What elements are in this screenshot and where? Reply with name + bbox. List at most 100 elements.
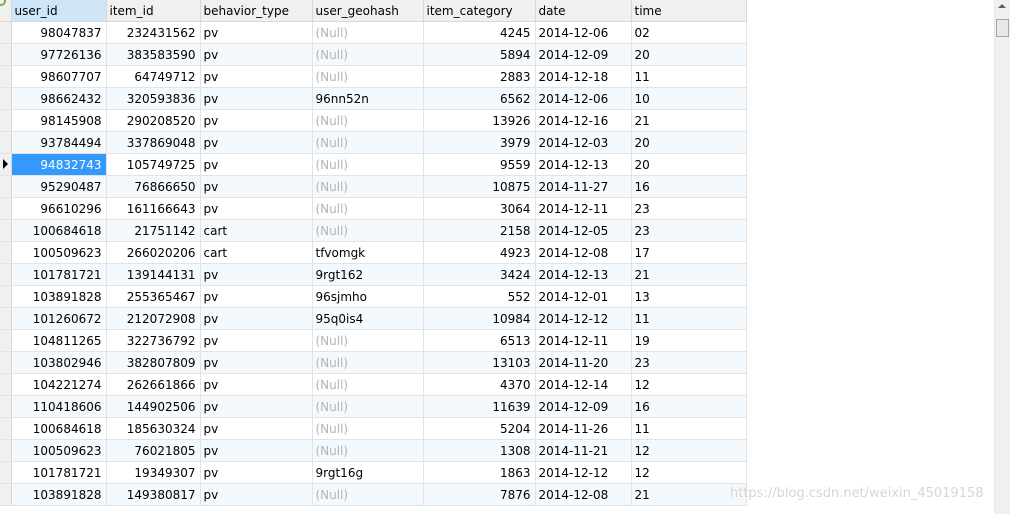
cell-date[interactable]: 2014-12-06 (535, 21, 632, 44)
table-row[interactable]: 96610296 161166643 pv (Null) 3064 2014-12-11 2… (0, 197, 747, 220)
cell-item-id[interactable]: 19349307 (106, 461, 201, 484)
cell-time[interactable]: 13 (631, 285, 747, 308)
cell-behavior-type[interactable]: pv (200, 329, 313, 352)
table-row[interactable]: 100509623 266020206 cart tfvomgk 4923 2014-12… (0, 241, 747, 264)
column-header-time[interactable]: time (631, 0, 747, 22)
cell-user-id[interactable]: 110418606 (11, 395, 107, 418)
cell-user-geohash[interactable]: (Null) (312, 439, 424, 462)
row-indicator[interactable] (0, 263, 12, 286)
table-row[interactable]: 98047837 232431562 pv (Null) 4245 2014-12-06 0… (0, 21, 747, 44)
cell-item-category[interactable]: 1863 (423, 461, 536, 484)
row-indicator[interactable] (0, 483, 12, 506)
cell-user-id[interactable]: 98607707 (11, 65, 107, 88)
cell-date[interactable]: 2014-11-21 (535, 439, 632, 462)
cell-date[interactable]: 2014-12-05 (535, 219, 632, 242)
column-header-date[interactable]: date (535, 0, 632, 22)
cell-user-id[interactable]: 101781721 (11, 461, 107, 484)
cell-date[interactable]: 2014-12-12 (535, 307, 632, 330)
cell-time[interactable]: 12 (631, 439, 747, 462)
cell-item-category[interactable]: 5894 (423, 43, 536, 66)
cell-item-id[interactable]: 212072908 (106, 307, 201, 330)
cell-behavior-type[interactable]: pv (200, 285, 313, 308)
cell-user-id[interactable]: 104221274 (11, 373, 107, 396)
cell-time[interactable]: 21 (631, 263, 747, 286)
cell-item-id[interactable]: 262661866 (106, 373, 201, 396)
cell-item-category[interactable]: 4923 (423, 241, 536, 264)
cell-item-id[interactable]: 76021805 (106, 439, 201, 462)
cell-user-id[interactable]: 101781721 (11, 263, 107, 286)
cell-date[interactable]: 2014-12-14 (535, 373, 632, 396)
cell-time[interactable]: 11 (631, 307, 747, 330)
cell-item-id[interactable]: 76866650 (106, 175, 201, 198)
row-indicator[interactable] (0, 439, 12, 462)
cell-item-id[interactable]: 21751142 (106, 219, 201, 242)
row-indicator[interactable] (0, 175, 12, 198)
row-indicator[interactable] (0, 395, 12, 418)
scroll-up-arrow-icon[interactable] (998, 4, 1006, 8)
cell-item-id[interactable]: 149380817 (106, 483, 201, 506)
cell-user-id[interactable]: 103891828 (11, 285, 107, 308)
row-indicator[interactable] (0, 197, 12, 220)
cell-user-id[interactable]: 97726136 (11, 43, 107, 66)
cell-item-category[interactable]: 11639 (423, 395, 536, 418)
cell-date[interactable]: 2014-12-11 (535, 329, 632, 352)
cell-time[interactable]: 19 (631, 329, 747, 352)
row-indicator[interactable] (0, 43, 12, 66)
cell-item-id[interactable]: 232431562 (106, 21, 201, 44)
cell-user-geohash[interactable]: (Null) (312, 131, 424, 154)
cell-user-id[interactable]: 94832743 (11, 153, 107, 176)
cell-behavior-type[interactable]: pv (200, 109, 313, 132)
cell-behavior-type[interactable]: pv (200, 307, 313, 330)
table-row[interactable]: 101260672 212072908 pv 95q0is4 10984 2014-12-… (0, 307, 747, 330)
cell-time[interactable]: 16 (631, 175, 747, 198)
cell-date[interactable]: 2014-12-18 (535, 65, 632, 88)
table-row[interactable]: 94832743 105749725 pv (Null) 9559 2014-12-13 2… (0, 153, 747, 176)
cell-item-id[interactable]: 144902506 (106, 395, 201, 418)
cell-time[interactable]: 20 (631, 43, 747, 66)
cell-item-id[interactable]: 105749725 (106, 153, 201, 176)
cell-user-id[interactable]: 100684618 (11, 219, 107, 242)
cell-time[interactable]: 16 (631, 395, 747, 418)
column-header-item-id[interactable]: item_id (106, 0, 201, 22)
cell-date[interactable]: 2014-12-11 (535, 197, 632, 220)
cell-date[interactable]: 2014-11-20 (535, 351, 632, 374)
table-row[interactable]: 110418606 144902506 pv (Null) 11639 2014-12-0… (0, 395, 747, 418)
cell-item-id[interactable]: 64749712 (106, 65, 201, 88)
cell-user-id[interactable]: 101260672 (11, 307, 107, 330)
cell-item-category[interactable]: 2883 (423, 65, 536, 88)
cell-item-id[interactable]: 320593836 (106, 87, 201, 110)
cell-user-geohash[interactable]: (Null) (312, 219, 424, 242)
table-row[interactable]: 103891828 149380817 pv (Null) 7876 2014-12-08… (0, 483, 747, 506)
cell-user-geohash[interactable]: (Null) (312, 373, 424, 396)
cell-user-geohash[interactable]: 9rgt16g (312, 461, 424, 484)
cell-user-id[interactable]: 104811265 (11, 329, 107, 352)
column-header-behavior-type[interactable]: behavior_type (200, 0, 313, 22)
cell-user-geohash[interactable]: 95q0is4 (312, 307, 424, 330)
row-indicator[interactable] (0, 219, 12, 242)
cell-user-geohash[interactable]: (Null) (312, 197, 424, 220)
cell-time[interactable]: 10 (631, 87, 747, 110)
cell-item-id[interactable]: 266020206 (106, 241, 201, 264)
cell-date[interactable]: 2014-12-16 (535, 109, 632, 132)
table-row[interactable]: 101781721 19349307 pv 9rgt16g 1863 2014-12-12… (0, 461, 747, 484)
cell-item-category[interactable]: 10875 (423, 175, 536, 198)
cell-user-geohash[interactable]: (Null) (312, 109, 424, 132)
cell-item-id[interactable]: 139144131 (106, 263, 201, 286)
row-indicator[interactable] (0, 461, 12, 484)
cell-behavior-type[interactable]: pv (200, 373, 313, 396)
cell-item-id[interactable]: 383583590 (106, 43, 201, 66)
cell-item-id[interactable]: 161166643 (106, 197, 201, 220)
table-row[interactable]: 98662432 320593836 pv 96nn52n 6562 2014-12-06… (0, 87, 747, 110)
table-row[interactable]: 104221274 262661866 pv (Null) 4370 2014-12-14… (0, 373, 747, 396)
cell-user-geohash[interactable]: (Null) (312, 351, 424, 374)
row-indicator[interactable] (0, 285, 12, 308)
cell-behavior-type[interactable]: pv (200, 483, 313, 506)
table-row[interactable]: 93784494 337869048 pv (Null) 3979 2014-12-03 2… (0, 131, 747, 154)
cell-time[interactable]: 17 (631, 241, 747, 264)
cell-time[interactable]: 12 (631, 373, 747, 396)
cell-user-id[interactable]: 100509623 (11, 439, 107, 462)
cell-behavior-type[interactable]: pv (200, 439, 313, 462)
cell-item-id[interactable]: 337869048 (106, 131, 201, 154)
cell-user-id[interactable]: 98047837 (11, 21, 107, 44)
row-indicator[interactable] (0, 417, 12, 440)
